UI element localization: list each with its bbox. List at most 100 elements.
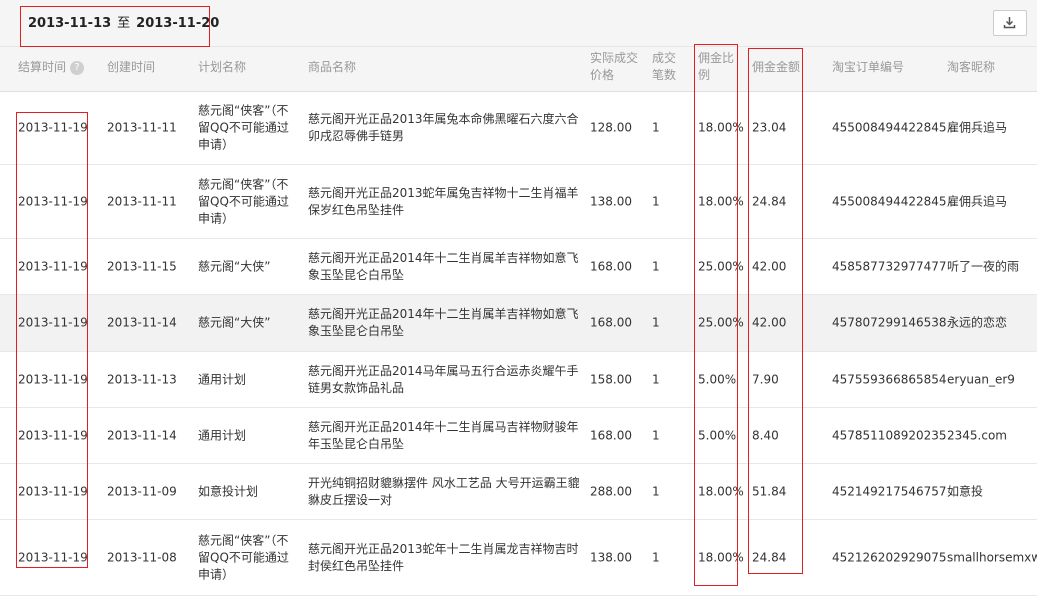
cell-plan-name: 慈元阁“大侠” <box>198 315 271 330</box>
cell-order-no: 457559366865854 <box>832 372 947 386</box>
cell-plan-name: 慈元阁“侠客”（不留QQ不可能通过申请） <box>198 103 289 152</box>
table-row: 2013-11-19 2013-11-15 慈元阁“大侠” 慈元阁开光正品201… <box>0 239 1037 295</box>
date-range-picker[interactable]: 2013-11-13 至 2013-11-20 <box>28 12 219 31</box>
table-row: 2013-11-19 2013-11-14 慈元阁“大侠” 慈元阁开光正品201… <box>0 295 1037 352</box>
header-price-line2: 价格 <box>590 68 615 82</box>
cell-settle-time: 2013-11-19 <box>18 372 88 386</box>
header-rate: 佣金比 例 <box>698 50 734 84</box>
cell-count: 1 <box>652 120 660 135</box>
cell-create-time: 2013-11-15 <box>107 259 177 273</box>
table-row: 2013-11-19 2013-11-11 慈元阁“侠客”（不留QQ不可能通过申… <box>0 92 1037 165</box>
cell-commission-rate: 5.00% <box>698 428 737 442</box>
cell-plan-name: 通用计划 <box>198 372 247 386</box>
cell-commission-amount: 23.04 <box>752 120 787 135</box>
header-price: 实际成交 价格 <box>590 50 638 84</box>
cell-goods-name: 慈元阁开光正品2013蛇年十二生肖属龙吉祥物吉时封侯红色吊坠挂件 <box>308 541 579 573</box>
cell-commission-rate: 18.00% <box>698 550 744 564</box>
header-count: 成交 笔数 <box>652 50 676 84</box>
cell-goods-name: 慈元阁开光正品2013蛇年属兔吉祥物十二生肖福羊保岁红色吊坠挂件 <box>308 185 579 217</box>
cell-order-no: 452149217546757 <box>832 484 947 498</box>
date-range-separator: 至 <box>117 16 131 31</box>
cell-order-no: 458587732977477 <box>832 259 947 273</box>
date-range-end: 2013-11-20 <box>136 16 220 31</box>
cell-price: 138.00 <box>590 550 632 564</box>
cell-commission-rate: 5.00% <box>698 372 737 386</box>
cell-nickname: smallhorsemxw <box>947 550 1037 564</box>
cell-commission-rate: 18.00% <box>698 194 744 208</box>
cell-settle-time: 2013-11-19 <box>18 194 88 208</box>
cell-settle-time: 2013-11-19 <box>18 428 88 442</box>
cell-commission-rate: 18.00% <box>698 484 744 498</box>
cell-settle-time: 2013-11-19 <box>18 484 88 498</box>
filter-bar: 2013-11-13 至 2013-11-20 <box>0 0 1037 47</box>
cell-price: 138.00 <box>590 194 632 208</box>
date-range-start: 2013-11-13 <box>28 16 112 31</box>
header-plan-name: 计划名称 <box>198 60 247 74</box>
cell-count: 1 <box>652 315 660 330</box>
cell-order-no: 455008494422845 <box>832 194 947 208</box>
cell-count: 1 <box>652 428 660 442</box>
cell-create-time: 2013-11-08 <box>107 550 177 564</box>
cell-create-time: 2013-11-11 <box>107 194 177 208</box>
cell-order-no: 455008494422845 <box>832 120 947 135</box>
cell-goods-name: 慈元阁开光正品2014马年属马五行合运赤炎耀午手链男女款饰品礼品 <box>308 363 579 395</box>
cell-plan-name: 通用计划 <box>198 428 247 442</box>
cell-commission-amount: 7.90 <box>752 372 779 386</box>
cell-settle-time: 2013-11-19 <box>18 550 88 564</box>
cell-commission-amount: 8.40 <box>752 428 779 442</box>
cell-create-time: 2013-11-13 <box>107 372 177 386</box>
cell-nickname: 永远的恋恋 <box>947 315 1008 330</box>
cell-settle-time: 2013-11-19 <box>18 259 88 273</box>
table-row: 2013-11-19 2013-11-09 如意投计划 开光纯铜招财貔貅摆件 风… <box>0 464 1037 520</box>
cell-order-no: 457807299146538 <box>832 315 947 330</box>
download-icon <box>1003 17 1016 29</box>
header-settle-time-label: 结算时间 <box>18 60 67 74</box>
table-row: 2013-11-19 2013-11-14 通用计划 慈元阁开光正品2014年十… <box>0 408 1037 464</box>
cell-settle-time: 2013-11-19 <box>18 120 88 135</box>
cell-commission-amount: 24.84 <box>752 194 787 208</box>
header-price-line1: 实际成交 <box>590 51 639 65</box>
header-settle-time[interactable]: 结算时间? <box>18 59 85 76</box>
cell-nickname: 2345.com <box>947 428 1007 442</box>
header-nickname: 淘客昵称 <box>947 60 996 74</box>
table-header: 结算时间? 创建时间 计划名称 商品名称 实际成交 价格 成交 笔数 佣金比 例… <box>0 47 1037 92</box>
cell-price: 288.00 <box>590 484 632 498</box>
cell-plan-name: 如意投计划 <box>198 484 259 498</box>
cell-nickname: eryuan_er9 <box>947 372 1015 386</box>
cell-commission-amount: 42.00 <box>752 259 787 273</box>
table-row: 2013-11-19 2013-11-08 慈元阁“侠客”（不留QQ不可能通过申… <box>0 520 1037 596</box>
cell-commission-rate: 25.00% <box>698 315 744 330</box>
cell-goods-name: 慈元阁开光正品2014年十二生肖属马吉祥物财骏年年玉坠昆仑白吊坠 <box>308 419 579 451</box>
cell-settle-time: 2013-11-19 <box>18 315 88 330</box>
header-rate-line1: 佣金比 <box>698 51 735 65</box>
cell-goods-name: 慈元阁开光正品2014年十二生肖属羊吉祥物如意飞象玉坠昆仑白吊坠 <box>308 307 579 338</box>
cell-plan-name: 慈元阁“侠客”（不留QQ不可能通过申请） <box>198 177 289 225</box>
header-rate-line2: 例 <box>698 68 711 82</box>
cell-goods-name: 慈元阁开光正品2014年十二生肖属羊吉祥物如意飞象玉坠昆仑白吊坠 <box>308 250 579 282</box>
table-row: 2013-11-19 2013-11-11 慈元阁“侠客”（不留QQ不可能通过申… <box>0 165 1037 239</box>
cell-commission-amount: 24.84 <box>752 550 787 564</box>
cell-commission-rate: 25.00% <box>698 259 744 273</box>
cell-count: 1 <box>652 484 660 498</box>
header-order-no: 淘宝订单编号 <box>832 60 905 74</box>
cell-count: 1 <box>652 259 660 273</box>
cell-nickname: 雇佣兵追马 <box>947 194 1008 208</box>
cell-count: 1 <box>652 194 660 208</box>
cell-create-time: 2013-11-11 <box>107 120 177 135</box>
cell-create-time: 2013-11-14 <box>107 428 177 442</box>
cell-goods-name: 开光纯铜招财貔貅摆件 风水工艺品 大号开运霸王貔貅皮丘摆设一对 <box>308 475 580 507</box>
cell-nickname: 雇佣兵追马 <box>947 120 1008 135</box>
header-create-time: 创建时间 <box>107 60 156 74</box>
cell-price: 168.00 <box>590 259 632 273</box>
help-icon[interactable]: ? <box>70 60 85 75</box>
header-goods-name: 商品名称 <box>308 60 357 74</box>
cell-commission-amount: 42.00 <box>752 315 787 330</box>
cell-nickname: 如意投 <box>947 484 984 498</box>
cell-price: 158.00 <box>590 372 632 386</box>
cell-plan-name: 慈元阁“侠客”（不留QQ不可能通过申请） <box>198 533 289 581</box>
cell-order-no: 452126202929075 <box>832 550 947 564</box>
header-amount: 佣金金额 <box>752 60 801 74</box>
cell-commission-rate: 18.00% <box>698 120 744 135</box>
table-row: 2013-11-19 2013-11-13 通用计划 慈元阁开光正品2014马年… <box>0 352 1037 408</box>
download-button[interactable] <box>993 10 1027 36</box>
